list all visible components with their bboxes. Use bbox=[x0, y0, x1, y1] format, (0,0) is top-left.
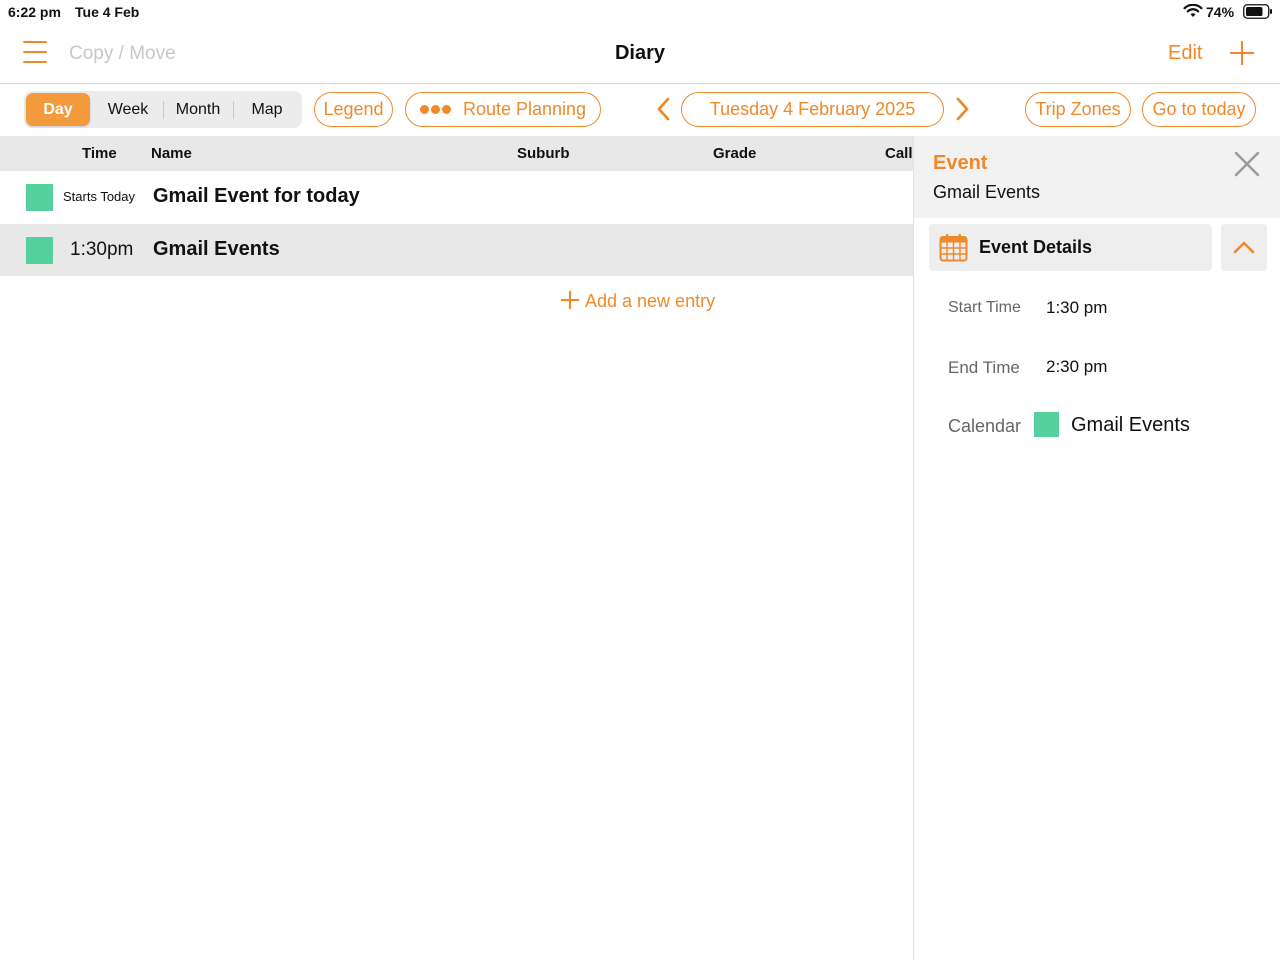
panel-subtitle: Gmail Events bbox=[933, 182, 1041, 202]
add-entry-label: Add a new entry bbox=[585, 291, 716, 311]
route-planning-label: Route Planning bbox=[462, 99, 587, 119]
table-header: Time Name Suburb Grade Call bbox=[0, 136, 913, 171]
view-segmented-control: Day Week Month Map bbox=[24, 91, 302, 128]
status-time: 6:22 pm bbox=[8, 4, 61, 20]
navigation-bar: Copy / Move Diary Edit bbox=[0, 24, 1280, 84]
row-time: Starts Today bbox=[63, 189, 136, 204]
section-label: Event Details bbox=[979, 237, 1093, 257]
tab-map[interactable]: Map bbox=[235, 93, 299, 126]
copy-move-button[interactable]: Copy / Move bbox=[69, 43, 176, 65]
battery-percent: 74% bbox=[1206, 4, 1235, 20]
start-time-label: Start Time bbox=[948, 299, 1021, 316]
row-time: 1:30pm bbox=[70, 239, 134, 260]
event-details-section[interactable]: Event Details bbox=[929, 224, 1212, 271]
trip-zones-button[interactable]: Trip Zones bbox=[1025, 92, 1131, 127]
column-suburb[interactable]: Suburb bbox=[517, 145, 570, 162]
chevron-left-icon[interactable] bbox=[654, 96, 674, 122]
calendar-icon bbox=[939, 234, 968, 262]
close-icon[interactable] bbox=[1233, 150, 1261, 178]
segment-divider bbox=[163, 101, 164, 119]
event-color-swatch bbox=[26, 237, 53, 264]
route-planning-button[interactable]: Route Planning bbox=[405, 92, 601, 127]
tab-month[interactable]: Month bbox=[165, 93, 231, 126]
add-entry-button[interactable]: Add a new entry bbox=[561, 291, 715, 312]
menu-icon[interactable] bbox=[23, 41, 47, 65]
column-time[interactable]: Time bbox=[82, 145, 117, 162]
row-name: Gmail Event for today bbox=[153, 185, 360, 207]
column-grade[interactable]: Grade bbox=[713, 145, 756, 162]
row-name: Gmail Events bbox=[153, 238, 280, 260]
panel-header: Event Gmail Events bbox=[914, 136, 1280, 218]
plus-icon bbox=[561, 291, 579, 309]
end-time-value: 2:30 pm bbox=[1046, 357, 1108, 376]
battery-icon bbox=[1243, 4, 1272, 19]
wifi-icon bbox=[1183, 4, 1203, 17]
date-picker-button[interactable]: Tuesday 4 February 2025 bbox=[681, 92, 944, 127]
route-dots-icon bbox=[419, 92, 453, 124]
column-call[interactable]: Call bbox=[885, 145, 913, 162]
end-time-label: End Time bbox=[948, 358, 1020, 377]
calendar-value: Gmail Events bbox=[1071, 414, 1190, 436]
legend-button[interactable]: Legend bbox=[314, 92, 393, 127]
table-row[interactable]: Starts Today Gmail Event for today bbox=[0, 171, 913, 223]
status-date: Tue 4 Feb bbox=[75, 4, 140, 20]
column-name[interactable]: Name bbox=[151, 145, 192, 162]
segment-divider bbox=[233, 101, 234, 119]
tab-day[interactable]: Day bbox=[26, 93, 90, 126]
chevron-up-icon bbox=[1233, 241, 1255, 254]
tab-week[interactable]: Week bbox=[94, 93, 162, 126]
chevron-right-icon[interactable] bbox=[952, 96, 972, 122]
calendar-color-swatch bbox=[1034, 412, 1059, 437]
page-title: Diary bbox=[614, 42, 666, 64]
collapse-button[interactable] bbox=[1221, 224, 1267, 271]
calendar-label: Calendar bbox=[948, 416, 1022, 436]
event-detail-panel: Event Gmail Events Event Details Start T… bbox=[913, 136, 1280, 960]
go-to-today-button[interactable]: Go to today bbox=[1142, 92, 1256, 127]
panel-title: Event bbox=[933, 152, 988, 174]
table-row[interactable]: 1:30pm Gmail Events bbox=[0, 224, 913, 276]
edit-button[interactable]: Edit bbox=[1168, 42, 1202, 65]
event-color-swatch bbox=[26, 184, 53, 211]
start-time-value: 1:30 pm bbox=[1046, 298, 1108, 317]
add-icon[interactable] bbox=[1230, 41, 1254, 65]
status-bar: 6:22 pm Tue 4 Feb 74% bbox=[0, 0, 1280, 24]
